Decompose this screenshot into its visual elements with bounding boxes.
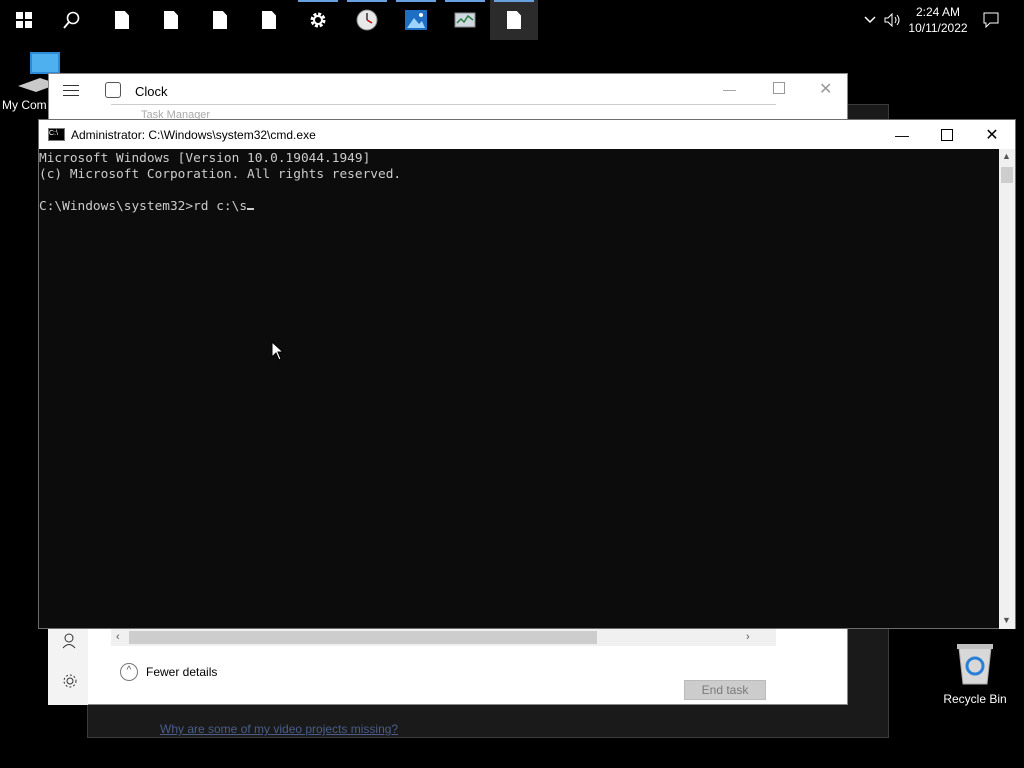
running-indicator — [298, 0, 338, 2]
taskbar-clock-app[interactable] — [343, 0, 391, 40]
clock-titlebar: Clock — ✕ — [49, 74, 847, 106]
scrollbar-thumb[interactable] — [129, 631, 597, 644]
gear-icon — [310, 12, 326, 28]
cmd-scrollbar-thumb[interactable] — [1001, 167, 1013, 183]
clock-time: 2:24 AM — [915, 5, 961, 19]
cmd-console-output[interactable]: Microsoft Windows [Version 10.0.19044.19… — [39, 149, 999, 631]
task-manager-icon — [454, 12, 476, 28]
cmd-input-text[interactable]: rd c:\s — [193, 199, 247, 214]
system-clock[interactable]: 2:24 AM 10/11/2022 — [900, 0, 976, 40]
show-hidden-icons-button[interactable] — [860, 0, 880, 40]
cmd-copyright-line: (c) Microsoft Corporation. All rights re… — [39, 167, 402, 182]
document-icon — [507, 11, 521, 29]
clock-date: 10/11/2022 — [908, 21, 968, 35]
person-icon[interactable] — [62, 633, 76, 649]
taskbar-cmd-active[interactable] — [490, 0, 538, 40]
running-indicator — [347, 0, 387, 2]
settings-gear-icon[interactable] — [62, 673, 78, 689]
end-task-button[interactable]: End task — [684, 680, 766, 700]
chevron-up-icon — [864, 16, 876, 24]
clock-app-icon — [105, 82, 121, 98]
document-icon — [262, 11, 276, 29]
taskbar: 2:24 AM 10/11/2022 — [0, 0, 1024, 40]
windows-logo-icon — [16, 12, 32, 28]
scroll-left-arrow-icon[interactable]: ‹ — [116, 631, 120, 643]
taskbar-document-2[interactable] — [147, 0, 195, 40]
search-icon — [63, 11, 80, 29]
recycle-bin-label: Recycle Bin — [943, 692, 1007, 706]
video-projects-link[interactable]: Why are some of my video projects missin… — [160, 722, 398, 736]
horizontal-scrollbar[interactable]: ‹ › — [111, 629, 776, 646]
chevron-up-icon[interactable]: ^ — [120, 663, 138, 681]
running-indicator — [494, 0, 534, 2]
taskbar-settings[interactable] — [294, 0, 342, 40]
document-icon — [213, 11, 227, 29]
hamburger-menu-icon[interactable] — [63, 84, 79, 96]
clock-window-title: Clock — [135, 84, 168, 99]
taskbar-task-manager[interactable] — [441, 0, 489, 40]
text-cursor — [247, 208, 255, 210]
running-indicator — [445, 0, 485, 2]
cmd-window-title: Administrator: C:\Windows\system32\cmd.e… — [71, 127, 316, 142]
recycle-bin-icon — [957, 644, 993, 685]
cmd-minimize-button[interactable]: — — [879, 120, 925, 149]
start-button[interactable] — [0, 0, 48, 40]
task-manager-footer: ‹ › ^ Fewer details End task — [111, 629, 776, 700]
notifications-button[interactable] — [978, 0, 1004, 40]
cmd-maximize-button[interactable] — [924, 120, 970, 149]
search-button[interactable] — [48, 0, 96, 40]
taskbar-photos[interactable] — [392, 0, 440, 40]
mouse-pointer-icon — [271, 341, 284, 361]
running-indicator — [396, 0, 436, 2]
clock-nav-rail — [48, 629, 88, 705]
taskbar-document-4[interactable] — [245, 0, 293, 40]
clock-icon — [356, 9, 378, 31]
fewer-details-row: ^ Fewer details End task — [111, 647, 776, 700]
photos-icon — [405, 10, 427, 30]
taskbar-document-3[interactable] — [196, 0, 244, 40]
cmd-close-button[interactable]: ✕ — [969, 120, 1015, 149]
clock-minimize-button[interactable]: — — [723, 82, 736, 97]
cmd-prompt: C:\Windows\system32> — [39, 199, 194, 214]
cmd-app-icon: C:\ — [48, 128, 65, 141]
my-computer-label: My Com — [2, 98, 47, 112]
clock-close-button[interactable]: ✕ — [819, 79, 832, 99]
scroll-right-arrow-icon[interactable]: › — [746, 631, 750, 643]
cmd-vertical-scrollbar[interactable]: ▲ ▼ — [999, 149, 1015, 629]
taskbar-document-1[interactable] — [98, 0, 146, 40]
cmd-window[interactable]: C:\ Administrator: C:\Windows\system32\c… — [38, 119, 1016, 629]
scroll-down-arrow-icon[interactable]: ▼ — [1002, 615, 1011, 625]
cmd-version-line: Microsoft Windows [Version 10.0.19044.19… — [39, 151, 371, 166]
document-icon — [115, 11, 129, 29]
recycle-bin[interactable]: Recycle Bin — [940, 642, 1010, 708]
notification-icon — [983, 12, 999, 28]
task-manager-titlebar: Task Manager — [111, 104, 776, 120]
scroll-up-arrow-icon[interactable]: ▲ — [1002, 151, 1011, 161]
cmd-titlebar[interactable]: C:\ Administrator: C:\Windows\system32\c… — [39, 120, 1015, 149]
fewer-details-button[interactable]: Fewer details — [146, 665, 217, 679]
clock-maximize-button[interactable] — [773, 82, 785, 94]
document-icon — [164, 11, 178, 29]
